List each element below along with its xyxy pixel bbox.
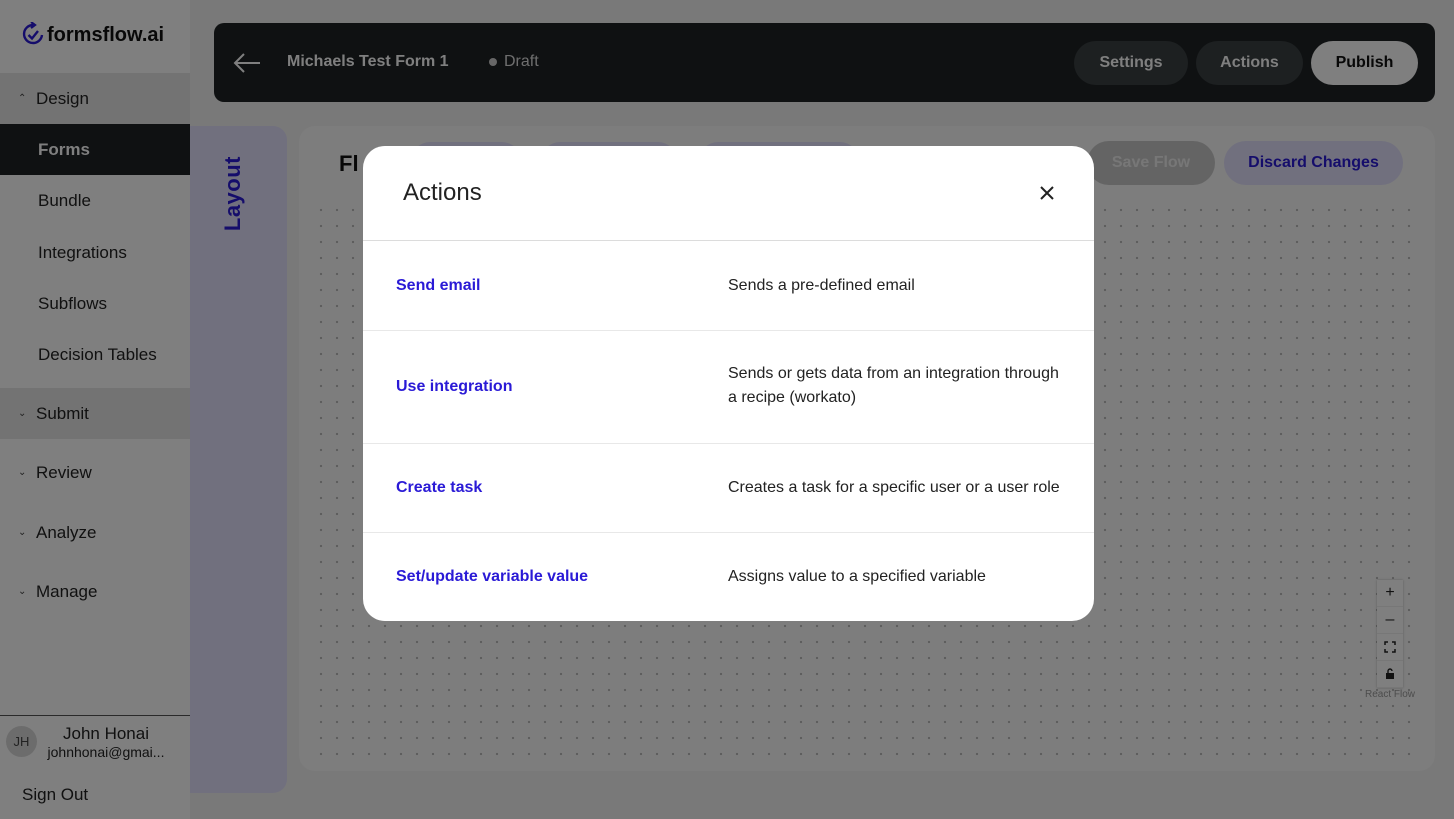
action-name[interactable]: Set/update variable value — [396, 568, 588, 586]
modal-header: Actions — [363, 146, 1094, 241]
close-icon[interactable] — [1037, 183, 1057, 203]
action-name[interactable]: Use integration — [396, 378, 512, 396]
action-row-use-integration[interactable]: Use integration Sends or gets data from … — [363, 331, 1094, 444]
action-description: Assigns value to a specified variable — [728, 568, 986, 585]
actions-modal: Actions Send email Sends a pre-defined e… — [363, 146, 1094, 621]
action-description: Sends or gets data from an integration t… — [728, 365, 1059, 406]
action-name[interactable]: Send email — [396, 277, 480, 295]
action-row-send-email[interactable]: Send email Sends a pre-defined email — [363, 241, 1094, 331]
action-description: Creates a task for a specific user or a … — [728, 479, 1060, 496]
action-row-create-task[interactable]: Create task Creates a task for a specifi… — [363, 444, 1094, 533]
action-row-set-variable[interactable]: Set/update variable value Assigns value … — [363, 533, 1094, 621]
action-description: Sends a pre-defined email — [728, 277, 915, 294]
modal-title: Actions — [403, 179, 482, 206]
action-name[interactable]: Create task — [396, 479, 482, 497]
